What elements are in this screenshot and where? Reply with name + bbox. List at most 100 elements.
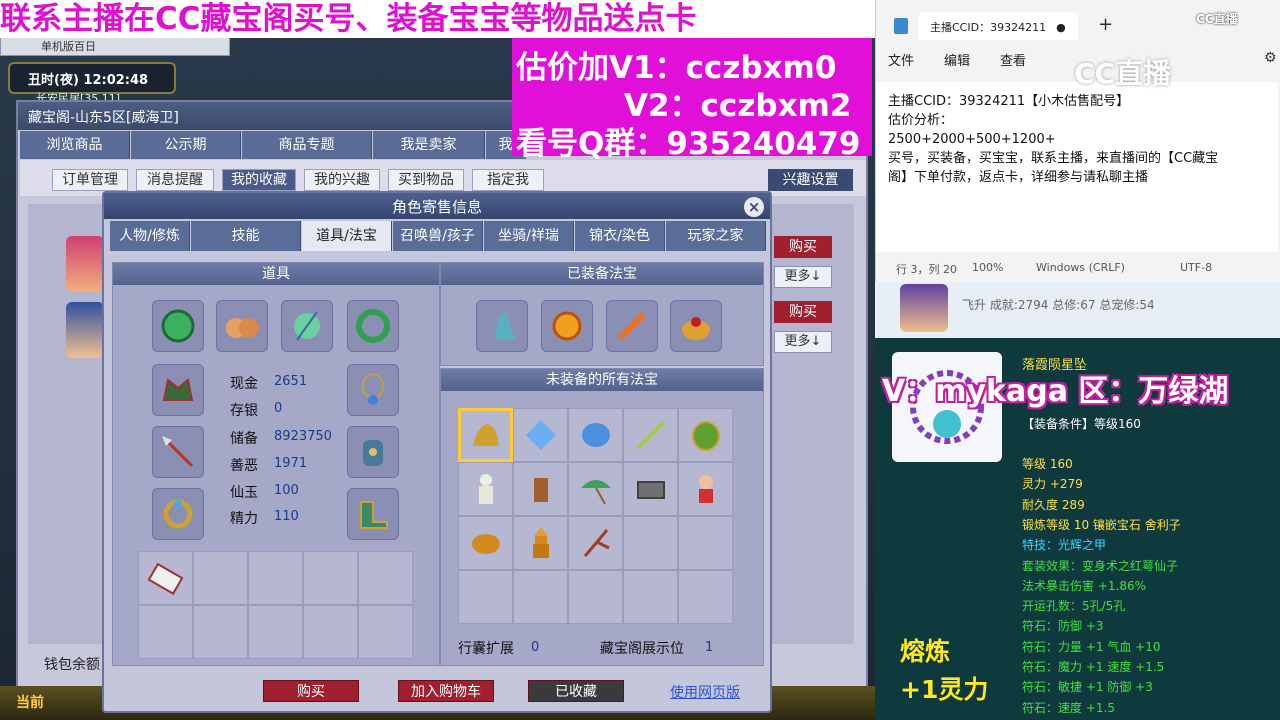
stat-value-savings: 0 (274, 401, 283, 416)
close-icon[interactable]: × (744, 197, 764, 217)
bag-slot[interactable] (193, 551, 248, 605)
bag-item-card[interactable] (138, 551, 193, 605)
subtab-interests[interactable]: 我的兴趣 (304, 169, 380, 191)
stat-label-cash: 现金 (230, 376, 258, 392)
tooltip-attribute-line: 符石：敏捷 +1 防御 +3 (1022, 680, 1153, 695)
unsaved-dot-icon[interactable]: ● (1056, 21, 1066, 34)
treasure-slot[interactable] (513, 570, 568, 624)
modal-tab-skills[interactable]: 技能 (191, 221, 301, 251)
tooltip-attribute-line: 开运孔数：5孔/5孔 (1022, 599, 1126, 614)
statue-treasure-icon[interactable] (476, 300, 528, 352)
stat-label-jade: 仙玉 (230, 485, 258, 501)
treasure-slot[interactable] (623, 516, 678, 570)
items-panel-title: 道具 (113, 263, 439, 285)
treasure-slot[interactable] (678, 516, 733, 570)
jade-pendant-icon[interactable] (152, 300, 204, 352)
helmet-icon[interactable] (152, 364, 204, 416)
notepad-tab[interactable]: 主播CCID：39324211 ● (918, 12, 1078, 40)
subtab-messages[interactable]: 消息提醒 (136, 169, 214, 191)
tab-browse[interactable]: 浏览商品 (20, 131, 130, 159)
treasure-slot[interactable] (623, 570, 678, 624)
golden-lamp-icon[interactable] (670, 300, 722, 352)
gourd-icon[interactable] (216, 300, 268, 352)
list-buy-button[interactable]: 购买 (774, 301, 832, 323)
bag-slot[interactable] (358, 605, 413, 659)
interest-settings-button[interactable]: 兴趣设置 (768, 169, 853, 191)
subtab-assigned[interactable]: 指定我 (472, 169, 544, 191)
promo-qq-group: 看号Q群：935240479 (516, 126, 861, 162)
modal-tab-costume[interactable]: 锦衣/染色 (575, 221, 665, 251)
bag-slot[interactable] (358, 551, 413, 605)
jade-ball-icon[interactable] (281, 300, 333, 352)
jade-token-icon[interactable] (678, 408, 733, 462)
sun-orb-icon[interactable] (541, 300, 593, 352)
bag-slot[interactable] (303, 551, 358, 605)
treasure-slot[interactable] (678, 570, 733, 624)
chest-icon[interactable] (623, 462, 678, 516)
subtab-favorites[interactable]: 我的收藏 (222, 169, 296, 191)
tooltip-attribute-line: 符石：防御 +3 (1022, 619, 1104, 634)
avatar[interactable] (66, 302, 104, 358)
modal-tab-mounts[interactable]: 坐骑/祥瑞 (484, 221, 574, 251)
notepad-text-area[interactable]: 主播CCID：39324211【小木估售配号】 估价分析： 2500+2000+… (876, 82, 1278, 252)
list-buy-button[interactable]: 购买 (774, 236, 832, 258)
modal-tab-character[interactable]: 人物/修炼 (110, 221, 190, 251)
ice-crystal-icon[interactable] (513, 408, 568, 462)
bag-slot[interactable] (248, 605, 303, 659)
bag-slot[interactable] (248, 551, 303, 605)
golden-cauldron-icon[interactable] (458, 516, 513, 570)
list-more-button[interactable]: 更多↓ (774, 266, 832, 288)
treasure-slot[interactable] (458, 570, 513, 624)
branch-icon[interactable] (568, 516, 623, 570)
golden-beast-icon[interactable] (458, 408, 513, 462)
bag-slot[interactable] (303, 605, 358, 659)
favorited-button[interactable]: 已收藏 (528, 680, 624, 702)
menu-edit[interactable]: 编辑 (944, 50, 970, 69)
subtab-purchased[interactable]: 买到物品 (388, 169, 464, 191)
modal-tab-items[interactable]: 道具/法宝 (302, 221, 392, 251)
fire-sword-icon[interactable] (606, 300, 658, 352)
web-version-link[interactable]: 使用网页版 (670, 682, 740, 702)
tab-public[interactable]: 公示期 (131, 131, 241, 159)
menu-file[interactable]: 文件 (888, 50, 914, 69)
add-to-cart-button[interactable]: 加入购物车 (398, 680, 494, 702)
bag-slot[interactable] (138, 605, 193, 659)
buy-button[interactable]: 购买 (263, 680, 359, 702)
notepad-icon (894, 18, 908, 34)
browser-tab-label: 单机版百日 (41, 40, 96, 53)
current-channel-label[interactable]: 当前 (16, 692, 44, 712)
status-zoom: 100% (972, 261, 1004, 274)
tooltip-attribute-line: 符石：力量 +1 气血 +10 (1022, 639, 1161, 654)
green-blade-icon[interactable] (623, 408, 678, 462)
child-doll-icon[interactable] (678, 462, 733, 516)
bag-slot[interactable] (193, 605, 248, 659)
notepad-line: 估价分析： (888, 113, 954, 128)
armor-icon[interactable] (347, 426, 399, 478)
pagoda-icon[interactable] (513, 516, 568, 570)
modal-tab-home[interactable]: 玩家之家 (666, 221, 766, 251)
tab-seller[interactable]: 我是卖家 (373, 131, 485, 159)
umbrella-icon[interactable] (568, 462, 623, 516)
promo-banner: 联系主播在CC藏宝阁买号、装备宝宝等物品送点卡 (0, 0, 875, 38)
avatar[interactable] (900, 284, 948, 332)
spear-icon[interactable] (152, 426, 204, 478)
menu-view[interactable]: 查看 (1000, 50, 1026, 69)
boots-icon[interactable] (347, 488, 399, 540)
modal-tab-pets[interactable]: 召唤兽/孩子 (393, 221, 483, 251)
jade-ring-icon[interactable] (347, 300, 399, 352)
settings-gear-icon[interactable]: ⚙ (1264, 50, 1277, 66)
new-tab-icon[interactable]: + (1098, 14, 1113, 35)
seal-icon[interactable] (513, 462, 568, 516)
notepad-tab-title: 主播CCID：39324211 (930, 21, 1047, 34)
subtab-orders[interactable]: 订单管理 (52, 169, 128, 191)
list-more-button[interactable]: 更多↓ (774, 331, 832, 353)
avatar[interactable] (66, 236, 104, 292)
tooltip-attribute-line: 套装效果：变身术之红萼仙子 (1022, 558, 1179, 573)
treasure-slot[interactable] (568, 570, 623, 624)
tab-topics[interactable]: 商品专题 (242, 131, 372, 159)
necklace-icon[interactable] (347, 364, 399, 416)
bracelet-icon[interactable] (152, 488, 204, 540)
treasure-grid (458, 408, 734, 628)
white-doll-icon[interactable] (458, 462, 513, 516)
blue-mirror-icon[interactable] (568, 408, 623, 462)
